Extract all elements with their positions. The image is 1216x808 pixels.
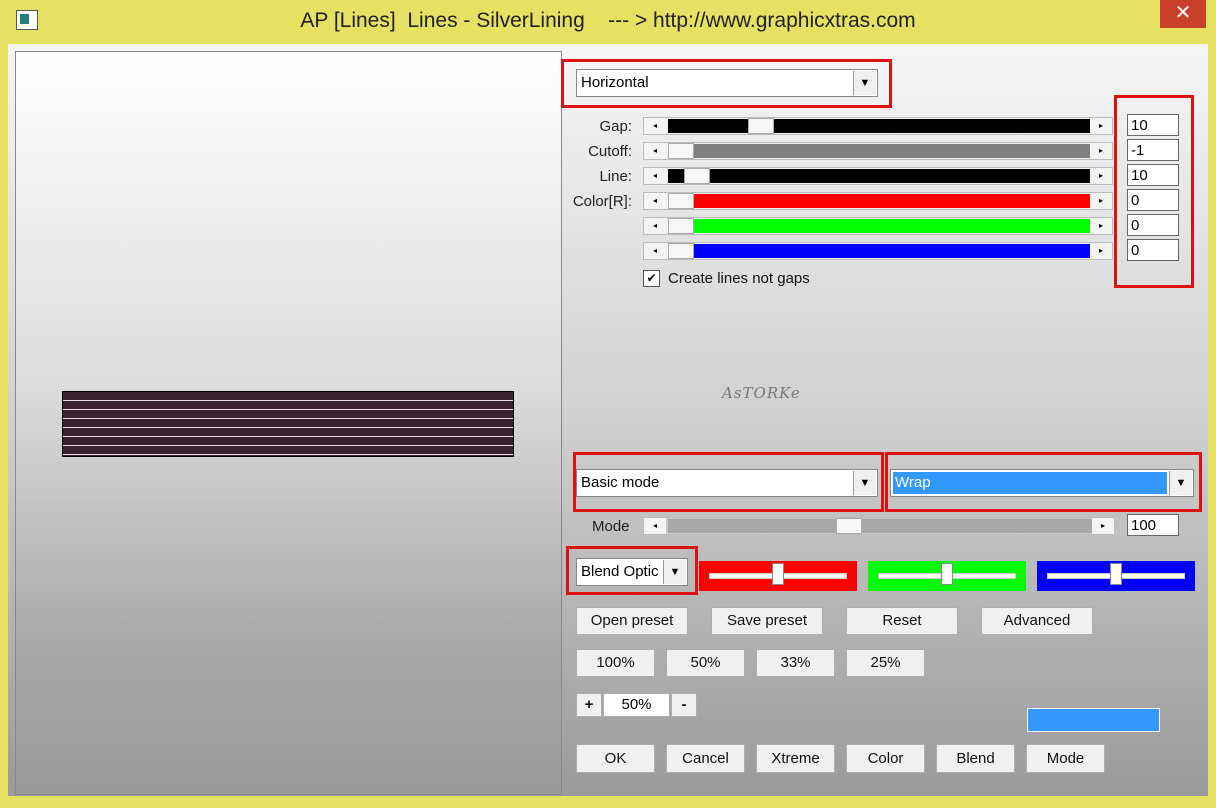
color-r-slider-track <box>692 194 1090 208</box>
line-slider-thumb[interactable] <box>684 168 710 184</box>
scroll-left-icon[interactable]: ◂ <box>644 143 666 159</box>
green-blend-thumb[interactable] <box>941 563 953 585</box>
scroll-left-icon[interactable]: ◂ <box>644 218 666 234</box>
slider-label-cutoff: Cutoff: <box>588 143 632 160</box>
color-b-slider[interactable]: ◂ ▸ <box>643 242 1113 260</box>
dropdown-arrow-icon[interactable]: ▼ <box>853 471 876 495</box>
color-b-slider-thumb[interactable] <box>668 243 694 259</box>
color-g-slider[interactable]: ◂ ▸ <box>643 217 1113 235</box>
dropdown-arrow-icon[interactable]: ▼ <box>1169 471 1192 495</box>
scroll-right-icon[interactable]: ▸ <box>1090 168 1112 184</box>
zoom-25-button[interactable]: 25% <box>846 649 925 677</box>
line-slider-track <box>668 169 1090 183</box>
color-b-value-field[interactable]: 0 <box>1127 239 1179 261</box>
color-swatch[interactable] <box>1027 708 1160 732</box>
color-r-value-field[interactable]: 0 <box>1127 189 1179 211</box>
blue-blend-slider[interactable] <box>1037 561 1195 591</box>
cutoff-slider-thumb[interactable] <box>668 143 694 159</box>
red-blend-slider[interactable] <box>699 561 857 591</box>
cutoff-value-field[interactable]: -1 <box>1127 139 1179 161</box>
green-blend-slider[interactable] <box>868 561 1026 591</box>
scroll-right-icon[interactable]: ▸ <box>1090 118 1112 134</box>
color-g-slider-thumb[interactable] <box>668 218 694 234</box>
slider-label-color-r: Color[R]: <box>572 193 632 210</box>
create-lines-label: Create lines not gaps <box>668 270 810 287</box>
blend-options-select[interactable]: Blend Optic ▼ <box>576 558 688 586</box>
gap-slider-track <box>668 119 1090 133</box>
mode-select-value: Basic mode <box>581 474 660 491</box>
cutoff-slider-track <box>668 144 1090 158</box>
gap-slider-thumb[interactable] <box>748 118 774 134</box>
mode-slider-track <box>668 519 1092 533</box>
dropdown-arrow-icon[interactable]: ▼ <box>853 71 876 95</box>
create-lines-checkbox[interactable]: ✔ <box>643 270 660 287</box>
watermark-logo: AsTORKe <box>722 384 801 402</box>
scroll-left-icon[interactable]: ◂ <box>644 243 666 259</box>
red-blend-thumb[interactable] <box>772 563 784 585</box>
color-button[interactable]: Color <box>846 744 925 773</box>
color-g-value-field[interactable]: 0 <box>1127 214 1179 236</box>
zoom-in-button[interactable]: + <box>576 693 602 717</box>
zoom-50-button[interactable]: 50% <box>666 649 745 677</box>
zoom-level-field[interactable]: 50% <box>603 693 670 717</box>
preview-image <box>62 391 514 457</box>
mode-slider-thumb[interactable] <box>836 518 862 534</box>
color-b-slider-track <box>692 244 1090 258</box>
slider-label-line: Line: <box>599 168 632 185</box>
advanced-button[interactable]: Advanced <box>981 607 1093 635</box>
cancel-button[interactable]: Cancel <box>666 744 745 773</box>
mode-slider[interactable]: ◂ ▸ <box>643 517 1115 535</box>
reset-button[interactable]: Reset <box>846 607 958 635</box>
scroll-left-icon[interactable]: ◂ <box>644 518 666 534</box>
gap-slider[interactable]: ◂ ▸ <box>643 117 1113 135</box>
close-icon[interactable]: ✕ <box>1160 0 1206 28</box>
wrap-select-value: Wrap <box>895 474 931 491</box>
cutoff-slider[interactable]: ◂ ▸ <box>643 142 1113 160</box>
direction-select[interactable]: Horizontal ▼ <box>576 69 878 97</box>
line-slider[interactable]: ◂ ▸ <box>643 167 1113 185</box>
color-r-slider-thumb[interactable] <box>668 193 694 209</box>
color-g-slider-track <box>692 219 1090 233</box>
scroll-right-icon[interactable]: ▸ <box>1090 143 1112 159</box>
open-preset-button[interactable]: Open preset <box>576 607 688 635</box>
dropdown-arrow-icon[interactable]: ▼ <box>663 560 686 584</box>
mode-value-field[interactable]: 100 <box>1127 514 1179 536</box>
slider-label-gap: Gap: <box>599 118 632 135</box>
blend-button[interactable]: Blend <box>936 744 1015 773</box>
scroll-right-icon[interactable]: ▸ <box>1090 243 1112 259</box>
gap-value-field[interactable]: 10 <box>1127 114 1179 136</box>
blue-blend-thumb[interactable] <box>1110 563 1122 585</box>
blend-options-value: Blend Optic <box>581 563 659 580</box>
xtreme-button[interactable]: Xtreme <box>756 744 835 773</box>
wrap-select-highlight <box>893 472 1167 494</box>
scroll-right-icon[interactable]: ▸ <box>1092 518 1114 534</box>
scroll-left-icon[interactable]: ◂ <box>644 193 666 209</box>
ok-button[interactable]: OK <box>576 744 655 773</box>
zoom-33-button[interactable]: 33% <box>756 649 835 677</box>
mode-button[interactable]: Mode <box>1026 744 1105 773</box>
mode-slider-label: Mode <box>592 518 630 535</box>
window-title: AP [Lines] Lines - SilverLining --- > ht… <box>300 9 916 32</box>
zoom-100-button[interactable]: 100% <box>576 649 655 677</box>
scroll-left-icon[interactable]: ◂ <box>644 168 666 184</box>
scroll-right-icon[interactable]: ▸ <box>1090 193 1112 209</box>
save-preset-button[interactable]: Save preset <box>711 607 823 635</box>
direction-select-value: Horizontal <box>581 74 649 91</box>
scroll-left-icon[interactable]: ◂ <box>644 118 666 134</box>
wrap-select[interactable]: Wrap ▼ <box>890 469 1194 497</box>
checkmark-icon: ✔ <box>646 271 657 285</box>
scroll-right-icon[interactable]: ▸ <box>1090 218 1112 234</box>
mode-select[interactable]: Basic mode ▼ <box>576 469 878 497</box>
color-r-slider[interactable]: ◂ ▸ <box>643 192 1113 210</box>
line-value-field[interactable]: 10 <box>1127 164 1179 186</box>
zoom-out-button[interactable]: - <box>671 693 697 717</box>
